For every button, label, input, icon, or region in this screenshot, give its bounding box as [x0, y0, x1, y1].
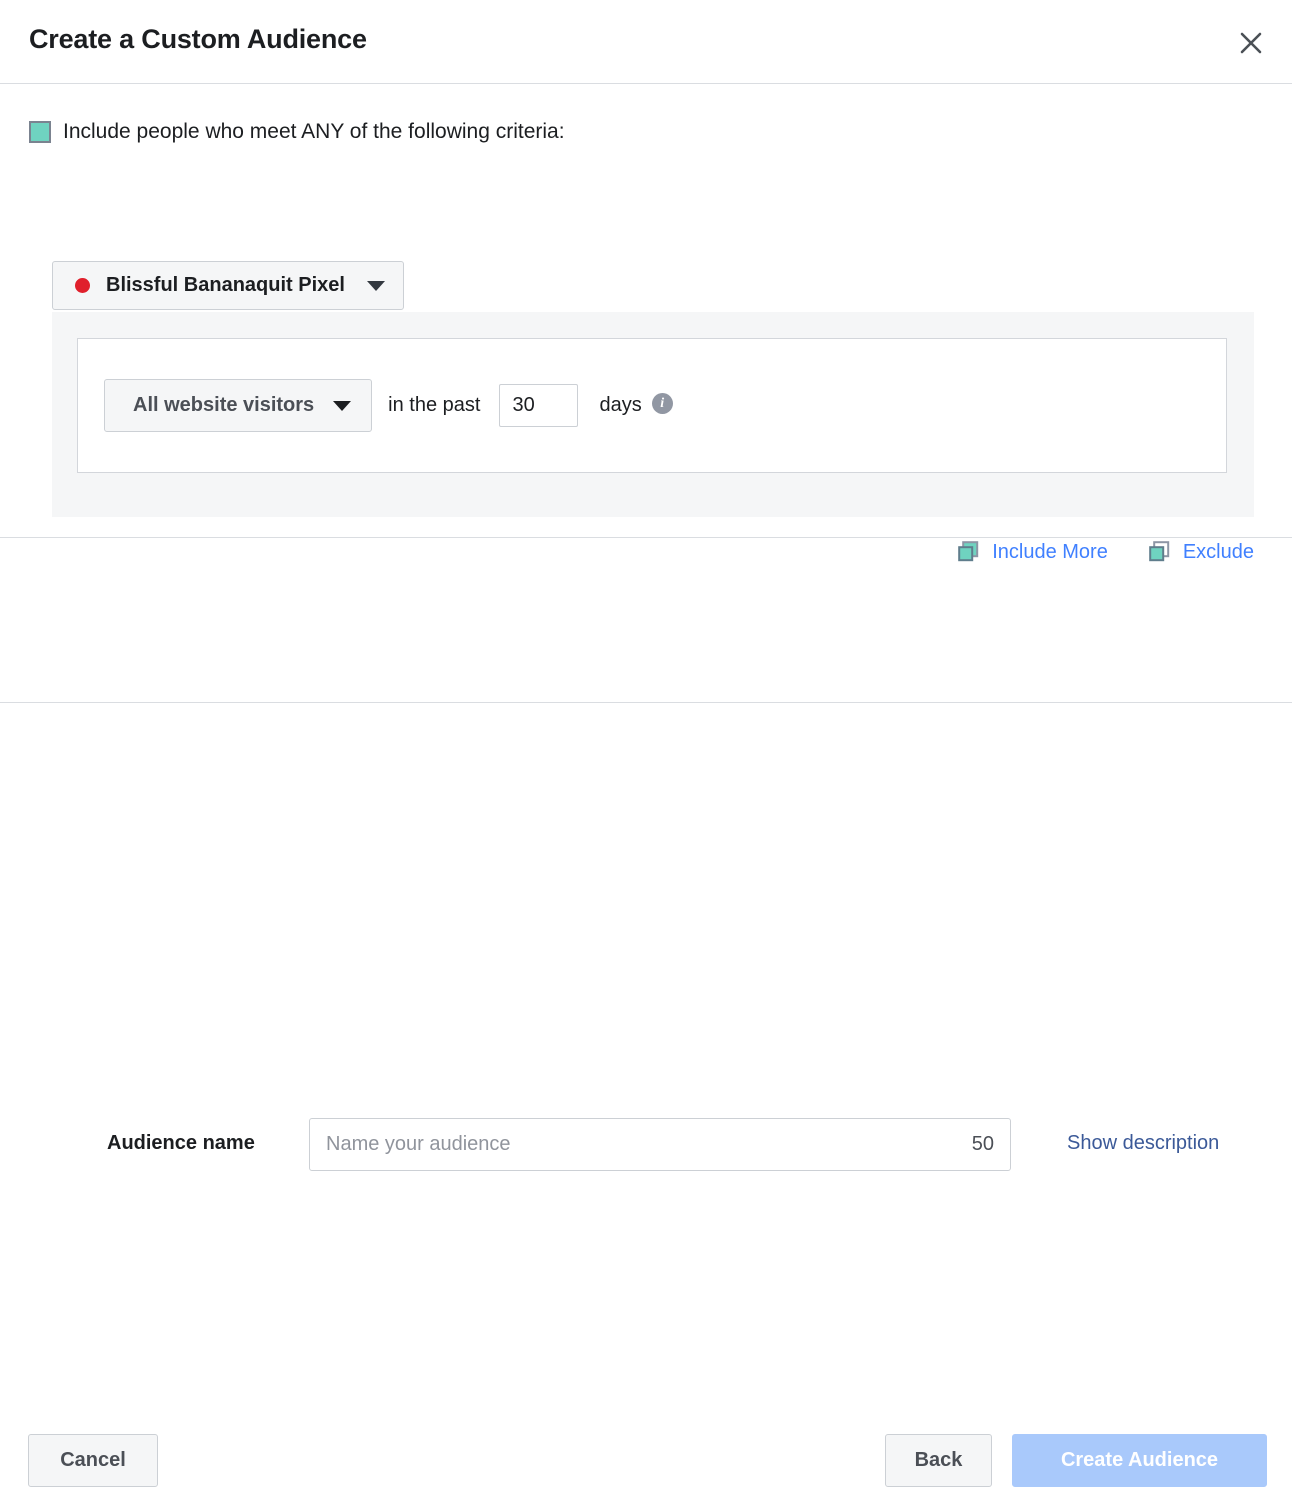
days-label: days	[599, 394, 642, 416]
pixel-source-dropdown[interactable]: Blissful Bananaquit Pixel	[52, 261, 404, 310]
dialog-header: Create a Custom Audience	[0, 0, 1292, 84]
dialog-footer: Cancel Back Create Audience	[0, 703, 1292, 1487]
create-custom-audience-dialog: Create a Custom Audience Include people …	[0, 0, 1292, 1487]
website-visitors-dropdown[interactable]: All website visitors	[104, 379, 373, 432]
pixel-source-label: Blissful Bananaquit Pixel	[106, 274, 345, 296]
criteria-header: Include people who meet ANY of the follo…	[29, 120, 565, 144]
rule-panel: All website visitors in the past days i	[52, 312, 1254, 517]
audience-name-input[interactable]	[310, 1119, 972, 1170]
pixel-status-dot-icon	[75, 278, 90, 293]
in-the-past-label: in the past	[388, 394, 481, 416]
chevron-down-icon	[333, 400, 352, 411]
page-title: Create a Custom Audience	[29, 24, 367, 54]
audience-name-label: Audience name	[107, 1132, 255, 1154]
dialog-body: Include people who meet ANY of the follo…	[0, 84, 1292, 563]
days-input[interactable]	[499, 384, 579, 427]
website-visitors-label: All website visitors	[133, 394, 315, 416]
info-icon[interactable]: i	[651, 393, 673, 414]
create-audience-button[interactable]: Create Audience	[1012, 1434, 1267, 1487]
cancel-button[interactable]: Cancel	[28, 1434, 158, 1487]
criteria-label: Include people who meet ANY of the follo…	[63, 120, 565, 143]
rule-row: All website visitors in the past days i	[77, 338, 1227, 473]
char-counter: 50	[971, 1133, 994, 1155]
audience-name-field[interactable]: 50	[309, 1118, 1011, 1171]
chevron-down-icon	[366, 280, 385, 291]
close-icon[interactable]	[1234, 26, 1268, 60]
include-swatch-icon	[29, 121, 51, 143]
show-description-link[interactable]: Show description	[1067, 1132, 1219, 1155]
audience-name-row: Audience name 50 Show description	[0, 538, 1292, 1171]
back-button[interactable]: Back	[885, 1434, 992, 1487]
